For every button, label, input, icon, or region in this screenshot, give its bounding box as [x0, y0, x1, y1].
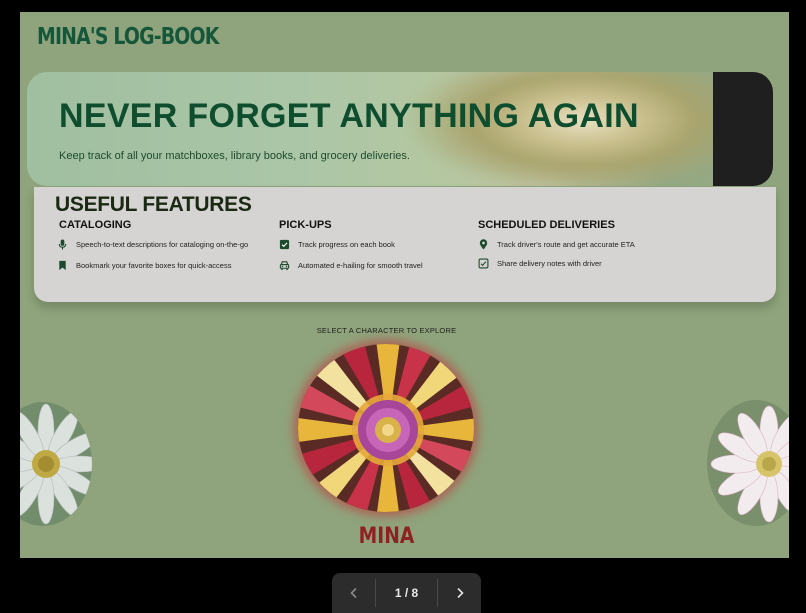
- chevron-right-icon: [456, 587, 464, 599]
- character-option-left[interactable]: [20, 402, 92, 526]
- character-option-selected[interactable]: [298, 344, 474, 512]
- feature-text: Track driver's route and get accurate ET…: [497, 240, 635, 249]
- feature-column-title: SCHEDULED DELIVERIES: [478, 219, 615, 231]
- chevron-left-icon: [349, 587, 357, 599]
- hero-banner: NEVER FORGET ANYTHING AGAIN Keep track o…: [27, 72, 773, 186]
- feature-column-title: PICK-UPS: [279, 219, 332, 231]
- character-option-right[interactable]: [707, 400, 789, 526]
- slide: MINA'S LOG-BOOK NEVER FORGET ANYTHING AG…: [20, 12, 789, 558]
- daisy-image: [20, 402, 92, 526]
- hero-title: NEVER FORGET ANYTHING AGAIN: [59, 97, 639, 135]
- page-indicator: 1 / 8: [394, 586, 419, 600]
- bookmark-icon: [59, 260, 66, 271]
- pink-flower-image: [707, 400, 789, 526]
- previous-button[interactable]: [332, 573, 375, 613]
- feature-item: Automated e-hailing for smooth travel: [279, 260, 423, 271]
- feature-text: Share delivery notes with driver: [497, 259, 602, 268]
- feature-text: Bookmark your favorite boxes for quick-a…: [76, 261, 232, 270]
- feature-text: Track progress on each book: [298, 240, 395, 249]
- chrysanthemum-image: [298, 344, 474, 512]
- feature-item: Speech-to-text descriptions for catalogi…: [57, 239, 248, 250]
- feature-item: Track driver's route and get accurate ET…: [478, 239, 635, 250]
- location-pin-icon: [479, 239, 488, 250]
- car-icon: [279, 261, 290, 271]
- features-card: USEFUL FEATURES CATALOGING Speech-to-tex…: [34, 187, 776, 302]
- feature-item: Bookmark your favorite boxes for quick-a…: [57, 260, 231, 271]
- feature-column-title: CATALOGING: [59, 219, 132, 231]
- selected-character-name: MINA: [358, 524, 415, 549]
- feature-text: Automated e-hailing for smooth travel: [298, 261, 423, 270]
- feature-text: Speech-to-text descriptions for catalogi…: [76, 240, 249, 249]
- checkbox-icon: [279, 239, 290, 250]
- features-title: USEFUL FEATURES: [55, 193, 252, 216]
- feature-item: Share delivery notes with driver: [478, 258, 602, 269]
- feature-item: Track progress on each book: [279, 239, 395, 250]
- hero-dark-panel: [713, 72, 773, 186]
- hero-subtitle: Keep track of all your matchboxes, libra…: [59, 150, 410, 162]
- feature-column-cataloging: CATALOGING: [59, 219, 131, 231]
- next-button[interactable]: [438, 573, 481, 613]
- feature-column-scheduled-deliveries: SCHEDULED DELIVERIES: [478, 219, 615, 231]
- character-select-prompt: SELECT A CHARACTER TO EXPLORE: [316, 326, 457, 335]
- microphone-icon: [58, 239, 67, 250]
- slide-pager: 1 / 8: [332, 573, 481, 613]
- feature-column-pickups: PICK-UPS: [279, 219, 332, 231]
- brand-logo: MINA'S LOG-BOOK: [37, 24, 219, 50]
- note-icon: [478, 258, 489, 269]
